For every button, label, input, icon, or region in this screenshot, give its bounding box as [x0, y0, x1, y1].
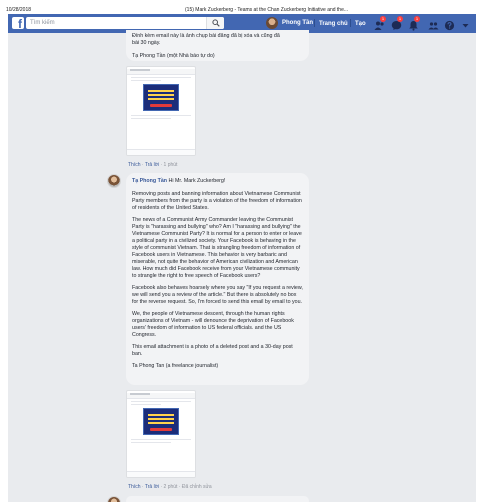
comment-bubble: Tạ Phong Tần Hi Mr. Mark Zuckerberg! Rem… [126, 173, 309, 385]
comment-paragraph: The news of a Communist Army Commander l… [132, 217, 302, 279]
comment-text-line: Đính kèm email này là ảnh chụp bài đăng … [132, 33, 280, 39]
print-title: (15) Mark Zuckerberg - Teams at the Chan… [185, 7, 349, 13]
print-date: 10/28/2018 [6, 7, 32, 13]
account-menu-button[interactable] [460, 18, 471, 29]
help-button[interactable] [444, 18, 455, 31]
attachment-image-content [143, 408, 179, 435]
notifications-button[interactable]: 1 [408, 16, 420, 31]
search-button[interactable] [206, 17, 224, 29]
edited-label[interactable]: Đã chỉnh sửa [182, 484, 212, 490]
comment-actions: Thích · Trả lời · 1 phút [128, 162, 178, 168]
avatar[interactable] [107, 174, 121, 188]
attachment-screenshot[interactable] [126, 390, 196, 478]
friend-requests-button[interactable]: 1 [374, 16, 386, 30]
comment-paragraph: We, the people of Vietnamese descent, th… [132, 311, 294, 338]
reply-link[interactable]: Trả lời [145, 484, 159, 490]
comment-bubble [126, 496, 309, 502]
comment-signature: Tạ Phong Tần (một Nhà báo tự do) [132, 53, 215, 59]
like-link[interactable]: Thích [128, 484, 141, 490]
comment-bubble: Đính kèm email này là ảnh chụp bài đăng … [126, 30, 309, 61]
messages-badge: 1 [397, 16, 403, 22]
create-link[interactable]: Tạo [355, 21, 366, 27]
chevron-down-icon [462, 24, 469, 28]
comment-paragraph: Facebook also behaves hoarsely where you… [132, 285, 303, 305]
comment-greeting: Hi Mr. Mark Zuckerberg! [168, 178, 226, 184]
profile-name: Phong Tần [282, 20, 313, 26]
search-input[interactable]: Tìm kiếm [26, 17, 224, 29]
messages-button[interactable]: 1 [391, 16, 403, 30]
people-icon [428, 22, 439, 30]
attachment-image-content [143, 84, 179, 111]
groups-button[interactable] [428, 18, 439, 30]
reply-link[interactable]: Trả lời [145, 162, 159, 168]
search-icon [212, 19, 220, 27]
comment-paragraph: Removing posts and banning information a… [132, 191, 302, 211]
nav-divider [350, 19, 351, 27]
like-link[interactable]: Thích [128, 162, 141, 168]
attachment-screenshot[interactable] [126, 66, 196, 156]
comment-timestamp[interactable]: 2 phút [164, 484, 178, 490]
comment-actions: Thích · Trả lời · 2 phút · Đã chỉnh sửa [128, 484, 212, 490]
facebook-logo-icon[interactable]: f [12, 17, 24, 30]
friend-requests-badge: 1 [380, 16, 386, 22]
comment-text-line: bài 30 ngày. [132, 40, 161, 46]
profile-link[interactable]: Phong Tần [266, 17, 313, 29]
comment-timestamp[interactable]: 1 phút [164, 162, 178, 168]
avatar [266, 17, 278, 29]
comment-paragraph: This email attachment is a photo of a de… [132, 344, 293, 357]
home-link[interactable]: Trang chủ [319, 21, 348, 27]
comment-author[interactable]: Tạ Phong Tần [132, 178, 167, 184]
question-icon [444, 20, 455, 31]
notifications-badge: 1 [414, 16, 420, 22]
nav-divider [314, 19, 315, 27]
comment-signature: Ta Phong Tan (a freelance journalist) [132, 363, 219, 369]
